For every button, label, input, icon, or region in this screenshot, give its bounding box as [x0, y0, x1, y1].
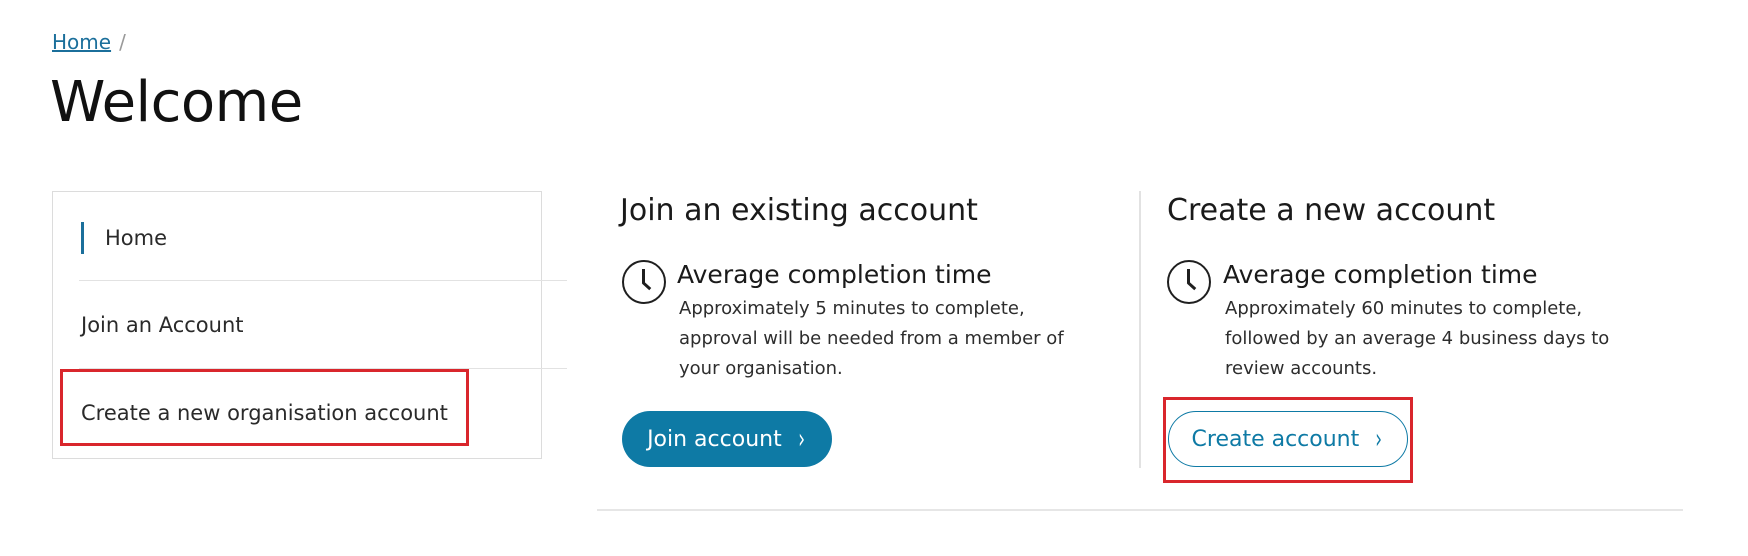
highlight-box-sidebar-create	[60, 369, 469, 446]
join-account-button[interactable]: Join account ›	[622, 411, 832, 467]
breadcrumb-home-link[interactable]: Home	[52, 30, 111, 54]
breadcrumb-separator: /	[119, 30, 126, 54]
clock-icon	[622, 260, 666, 304]
sidebar-item-home[interactable]: Home	[105, 226, 167, 250]
join-info-heading: Average completion time	[677, 260, 992, 289]
active-indicator	[81, 222, 84, 254]
breadcrumb: Home /	[52, 30, 126, 54]
sidebar-divider	[79, 280, 567, 281]
chevron-right-icon: ›	[797, 422, 805, 455]
join-info-body: Approximately 5 minutes to complete, app…	[679, 298, 1064, 379]
clock-icon	[1167, 260, 1211, 304]
highlight-box-create-account	[1163, 397, 1413, 483]
page-title: Welcome	[50, 70, 303, 135]
join-section-title: Join an existing account	[620, 193, 978, 228]
sidebar-item-join-account[interactable]: Join an Account	[81, 313, 244, 337]
create-info-heading: Average completion time	[1223, 260, 1538, 289]
column-divider	[1139, 191, 1141, 468]
create-info-body: Approximately 60 minutes to complete, fo…	[1225, 298, 1610, 379]
section-divider	[597, 509, 1683, 511]
create-section-title: Create a new account	[1167, 193, 1496, 228]
join-account-button-label: Join account	[647, 426, 782, 452]
